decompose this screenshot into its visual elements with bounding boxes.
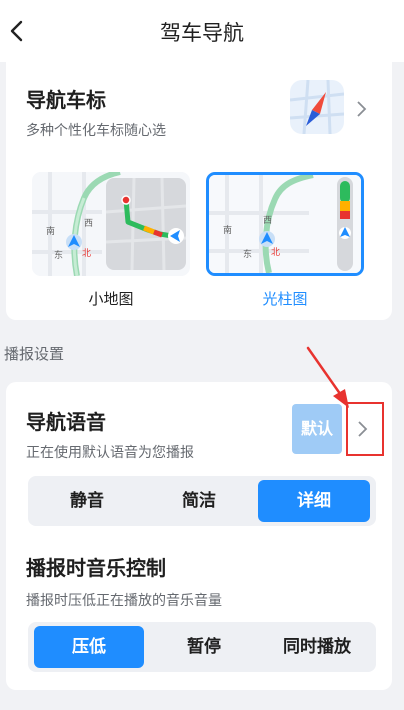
annotation-arrow-icon (306, 346, 349, 408)
